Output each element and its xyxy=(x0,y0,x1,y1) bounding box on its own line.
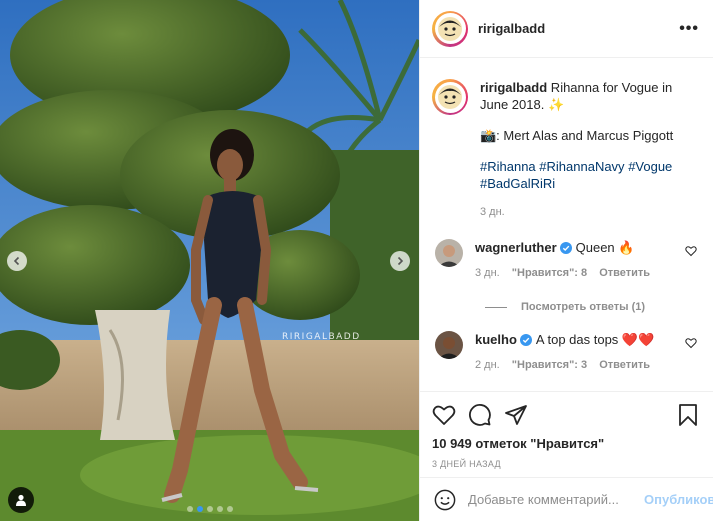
hashtag-link[interactable]: #Rihanna xyxy=(480,159,536,174)
comment-text: A top das tops ❤️❤️ xyxy=(535,332,655,347)
profile-photo-icon xyxy=(435,239,463,267)
comment-item: wagnerluther Queen 🔥 3 дн. "Нравится": 8 … xyxy=(432,239,699,282)
caption-hashtags: #Rihanna #RihannaNavy #Vogue #BadGalRiRi xyxy=(480,158,695,192)
caption-time: 3 дн. xyxy=(480,206,505,218)
comment-likes-count[interactable]: "Нравится": 8 xyxy=(512,267,587,279)
publish-button[interactable]: Опубликовать xyxy=(644,492,713,507)
previous-photo-button[interactable] xyxy=(7,251,27,271)
instagram-post: RIRIGALBADD ririgalbadd ••• ririgalbadd … xyxy=(0,0,713,521)
post-caption: ririgalbadd Rihanna for Vogue in June 20… xyxy=(432,59,699,221)
next-photo-button[interactable] xyxy=(390,251,410,271)
save-button[interactable] xyxy=(677,403,699,427)
caption-username[interactable]: ririgalbadd xyxy=(480,80,547,95)
caption-credit: 📸: Mert Alas and Marcus Piggott xyxy=(480,128,674,143)
hashtag-link[interactable]: #RihannaNavy xyxy=(539,159,624,174)
comment-input[interactable] xyxy=(468,492,644,507)
comment-username[interactable]: wagnerluther xyxy=(475,240,557,255)
photo-watermark: RIRIGALBADD xyxy=(282,332,361,342)
comment-likes-count[interactable]: "Нравится": 3 xyxy=(512,359,587,371)
cartoon-face-icon xyxy=(438,85,462,109)
verified-badge-icon xyxy=(519,334,532,346)
photo-illustration xyxy=(0,0,419,521)
profile-photo-icon xyxy=(435,331,463,359)
heart-icon xyxy=(432,405,456,425)
view-replies-button[interactable]: Посмотреть ответы (1) xyxy=(485,301,699,313)
likes-count[interactable]: 10 949 отметок "Нравится" xyxy=(432,436,701,451)
comment-text: Queen 🔥 xyxy=(575,240,635,255)
carousel-dot xyxy=(226,506,233,512)
carousel-dot xyxy=(216,506,223,512)
carousel-dot xyxy=(196,506,203,512)
hashtag-link[interactable]: #Vogue xyxy=(628,159,672,174)
like-comment-heart-icon[interactable] xyxy=(685,245,697,257)
like-comment-heart-icon[interactable] xyxy=(685,337,697,349)
post-date: 3 ДНЕЙ НАЗАД xyxy=(432,459,501,469)
post-header: ririgalbadd ••• xyxy=(420,0,713,58)
comment-item: kuelho A top das tops ❤️❤️ 2 дн. "Нравитс… xyxy=(432,331,699,374)
tagged-users-button[interactable] xyxy=(8,487,34,513)
comment-username[interactable]: kuelho xyxy=(475,332,517,347)
more-options-button[interactable]: ••• xyxy=(679,20,699,38)
header-username[interactable]: ririgalbadd xyxy=(478,21,679,36)
carousel-dot xyxy=(186,506,193,512)
user-icon xyxy=(16,494,26,506)
paper-plane-icon xyxy=(505,405,527,425)
post-actions: 10 949 отметок "Нравится" 3 ДНЕЙ НАЗАД xyxy=(420,391,713,469)
smiley-icon xyxy=(434,489,456,510)
comment-button[interactable] xyxy=(468,403,492,427)
commenter-avatar[interactable] xyxy=(435,239,463,267)
caption-avatar[interactable] xyxy=(432,79,468,115)
chevron-left-icon xyxy=(13,256,20,266)
post-photo[interactable]: RIRIGALBADD xyxy=(0,0,419,521)
verified-badge-icon xyxy=(559,242,572,254)
cartoon-face-icon xyxy=(438,16,462,41)
comments-section[interactable]: ririgalbadd Rihanna for Vogue in June 20… xyxy=(420,59,713,391)
hashtag-link[interactable]: #BadGalRiRi xyxy=(480,176,555,191)
carousel-dot xyxy=(206,506,213,512)
commenter-avatar[interactable] xyxy=(435,331,463,359)
view-replies-label: Посмотреть ответы (1) xyxy=(521,301,646,313)
like-button[interactable] xyxy=(432,403,456,427)
reply-button[interactable]: Ответить xyxy=(599,267,650,279)
reply-button[interactable]: Ответить xyxy=(599,359,650,371)
comment-bubble-icon xyxy=(469,404,491,426)
chevron-right-icon xyxy=(397,256,404,266)
bookmark-icon xyxy=(679,404,697,426)
share-button[interactable] xyxy=(504,403,528,427)
carousel-indicator xyxy=(0,506,419,512)
comment-time: 3 дн. xyxy=(475,267,500,279)
post-side-panel: ririgalbadd ••• ririgalbadd Rihanna for … xyxy=(419,0,713,521)
avatar[interactable] xyxy=(432,10,468,47)
comment-time: 2 дн. xyxy=(475,359,500,371)
emoji-button[interactable] xyxy=(434,489,456,511)
add-comment-bar: Опубликовать xyxy=(420,477,713,521)
